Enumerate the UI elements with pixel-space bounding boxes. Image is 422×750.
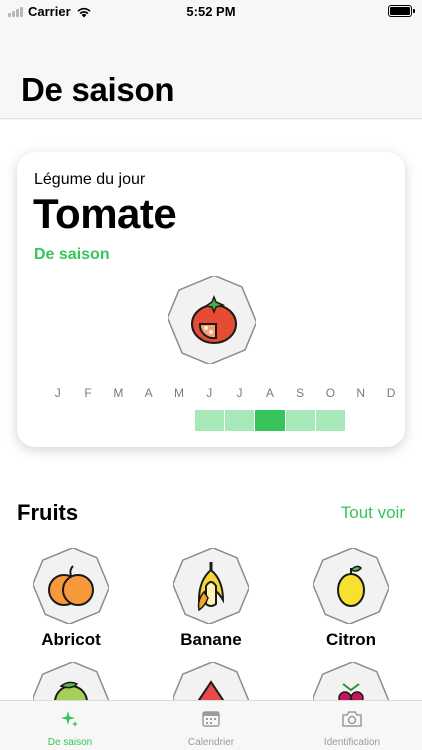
month-letter: N	[356, 386, 366, 400]
month-letter: J	[236, 386, 244, 400]
featured-status: De saison	[34, 246, 110, 263]
fruit-item-lemon[interactable]: Citron	[301, 548, 401, 658]
month-letter: M	[173, 386, 185, 400]
sparkle-icon	[61, 711, 78, 727]
month-letter: D	[386, 386, 396, 400]
lemon-icon	[313, 548, 389, 624]
status-bar: Carrier 5:52 PM	[0, 0, 422, 24]
berries-icon	[313, 662, 389, 700]
season-month-cell	[255, 410, 285, 431]
tab-de-saison[interactable]: De saison	[0, 701, 140, 750]
fruit-item-lime[interactable]	[21, 662, 121, 700]
month-letter: M	[113, 386, 124, 400]
tab-identification[interactable]: Identification	[282, 701, 422, 750]
tab-label: Identification	[323, 737, 381, 748]
battery-icon	[388, 5, 415, 17]
page-title: De saison	[21, 71, 175, 108]
see-all-fruits-link[interactable]: Tout voir	[341, 503, 405, 523]
month-letter: O	[325, 386, 336, 400]
main-content[interactable]: Légume du jour Tomate De saison J F M A M J J A…	[0, 120, 422, 700]
tab-bar: De saison Calendrier Identification	[0, 700, 422, 750]
fruit-item-apricot[interactable]: Abricot	[21, 548, 121, 658]
month-letter: A	[144, 386, 154, 400]
navigation-header: De saison	[0, 24, 422, 119]
season-month-cell	[225, 410, 255, 431]
fruit-item-banana[interactable]: Banane	[161, 548, 261, 658]
tab-label: Calendrier	[187, 737, 235, 748]
season-month-cell	[194, 410, 225, 431]
season-month-cell	[316, 410, 346, 431]
fruit-name: Banane	[180, 630, 242, 649]
banana-icon	[173, 548, 249, 624]
month-letter: A	[265, 386, 275, 400]
fruit-item-watermelon[interactable]	[161, 662, 261, 700]
featured-vegetable-card[interactable]: Légume du jour Tomate De saison J F M A M J J A…	[17, 152, 405, 447]
month-letter: S	[296, 386, 305, 400]
tab-label: De saison	[47, 737, 93, 748]
watermelon-icon	[173, 662, 249, 700]
month-letter: J	[206, 386, 213, 400]
fruit-name: Abricot	[41, 630, 101, 649]
status-time: 5:52 PM	[186, 4, 236, 19]
fruit-item-berries[interactable]	[301, 662, 401, 700]
camera-icon	[342, 711, 362, 727]
tomato-icon	[166, 274, 258, 366]
month-letter: F	[84, 386, 93, 400]
apricot-icon	[33, 548, 109, 624]
calendar-icon	[202, 711, 220, 727]
month-letter: J	[54, 386, 62, 400]
tab-calendrier[interactable]: Calendrier	[141, 701, 281, 750]
lime-icon	[33, 662, 109, 700]
fruits-section-title: Fruits	[17, 500, 79, 525]
featured-name: Tomate	[33, 190, 177, 237]
season-month-cell	[285, 410, 316, 431]
fruit-name: Citron	[325, 630, 377, 649]
featured-subtitle: Légume du jour	[34, 171, 146, 188]
month-labels: JFMAMJJASOND	[31, 386, 396, 402]
